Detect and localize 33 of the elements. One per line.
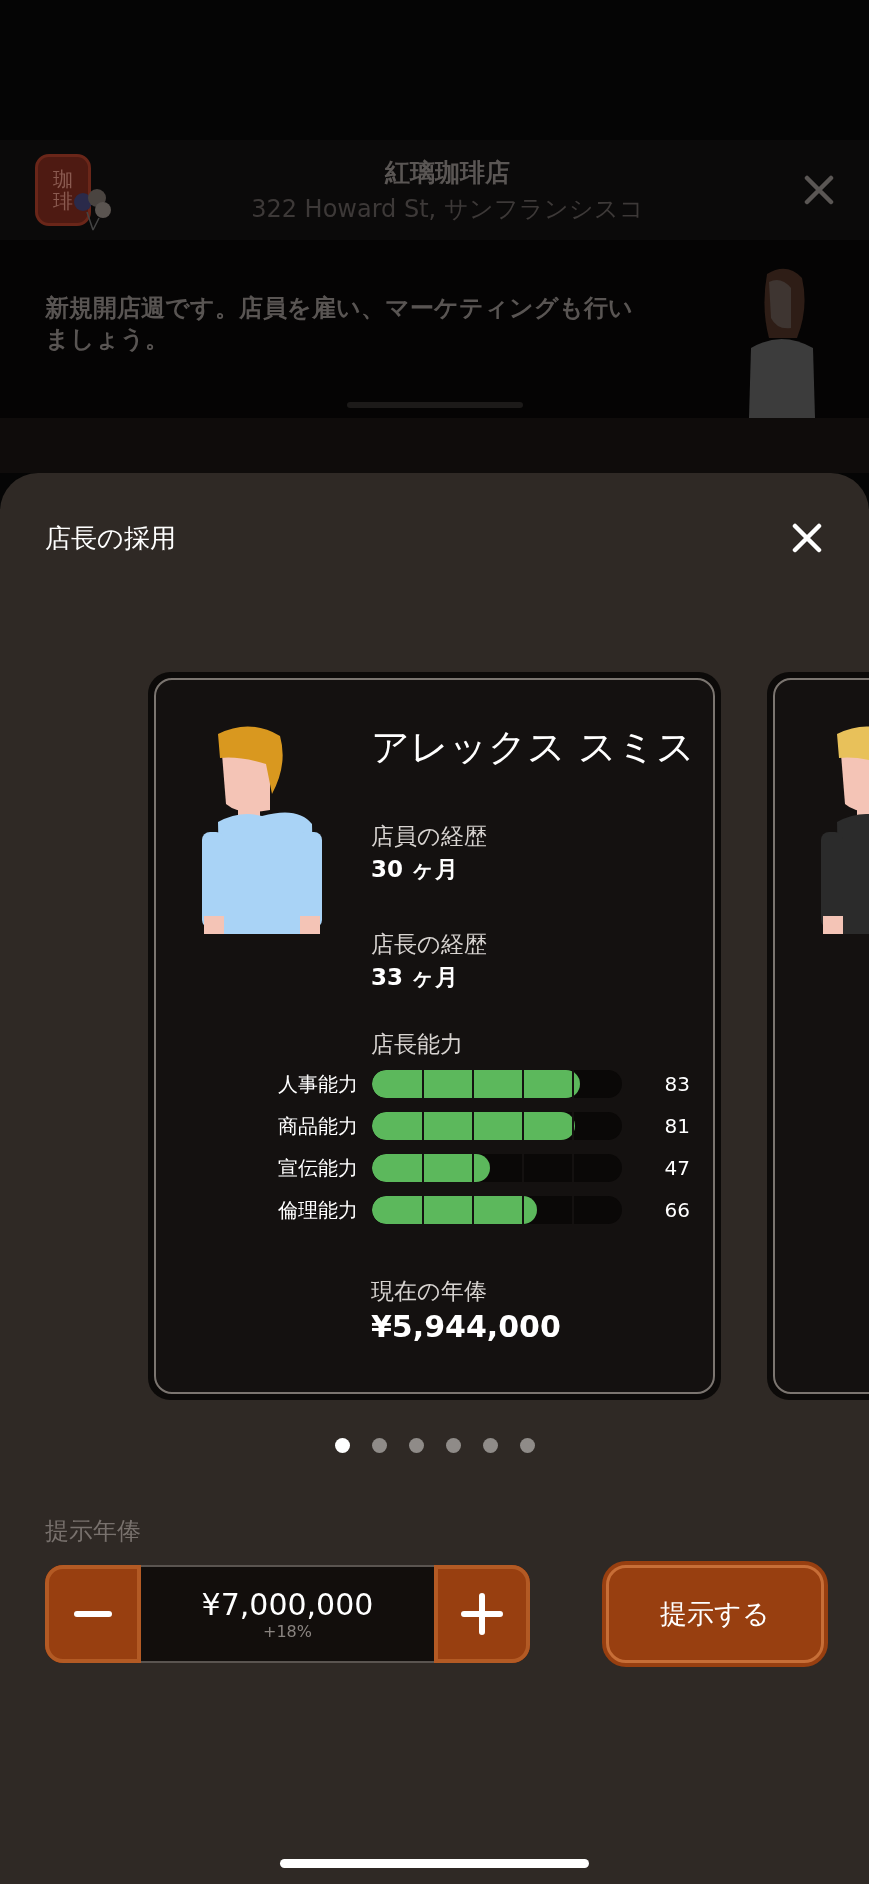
- field-label: 店長能力: [371, 1030, 464, 1059]
- plus-icon: [460, 1592, 504, 1636]
- skill-value: 47: [663, 1156, 690, 1180]
- decrease-button[interactable]: [45, 1565, 141, 1663]
- minus-icon: [73, 1610, 113, 1618]
- page-dot[interactable]: [408, 1438, 424, 1453]
- page-dot[interactable]: [371, 1438, 387, 1453]
- field-label: 店員の経歴: [371, 822, 488, 851]
- page-dot[interactable]: [519, 1438, 535, 1453]
- salary-value: ¥5,944,000: [371, 1309, 562, 1344]
- notice-message: 新規開店週です。店員を雇い、マーケティングも行いましょう。: [45, 293, 634, 355]
- skill-value: 81: [663, 1114, 690, 1138]
- field-value: 30 ヶ月: [371, 855, 459, 884]
- skill-label: 倫理能力: [277, 1196, 358, 1224]
- offer-label: 提示年俸: [45, 1516, 142, 1547]
- page-dot[interactable]: [334, 1438, 350, 1453]
- skill-value: 83: [663, 1072, 690, 1096]
- increase-button[interactable]: [434, 1565, 530, 1663]
- skill-value: 66: [663, 1198, 690, 1222]
- skill-label: 人事能力: [277, 1070, 358, 1098]
- sheet-title: 店長の採用: [45, 521, 176, 555]
- skill-label: 商品能力: [277, 1112, 358, 1140]
- field-value: 33 ヶ月: [371, 963, 459, 992]
- store-logo: 珈琲: [35, 154, 91, 226]
- field-label: 店長の経歴: [371, 930, 488, 959]
- store-name: 紅璃珈琲店: [385, 156, 510, 189]
- candidate-card[interactable]: アレックス スミス 店員の経歴 30 ヶ月 店長の経歴 33 ヶ月 店長能力 人事能力 83 商品能力 81 宣伝能力 47 倫理能力 66 現在の年俸 ¥5,944,000: [148, 672, 721, 1400]
- page-dot[interactable]: [482, 1438, 498, 1453]
- skill-label: 宣伝能力: [277, 1154, 358, 1182]
- salary-field[interactable]: ¥7,000,000 +18%: [141, 1565, 434, 1663]
- page-dot[interactable]: [445, 1438, 461, 1453]
- field-label: 現在の年俸: [371, 1277, 488, 1306]
- candidate-name: アレックス スミス: [371, 724, 696, 771]
